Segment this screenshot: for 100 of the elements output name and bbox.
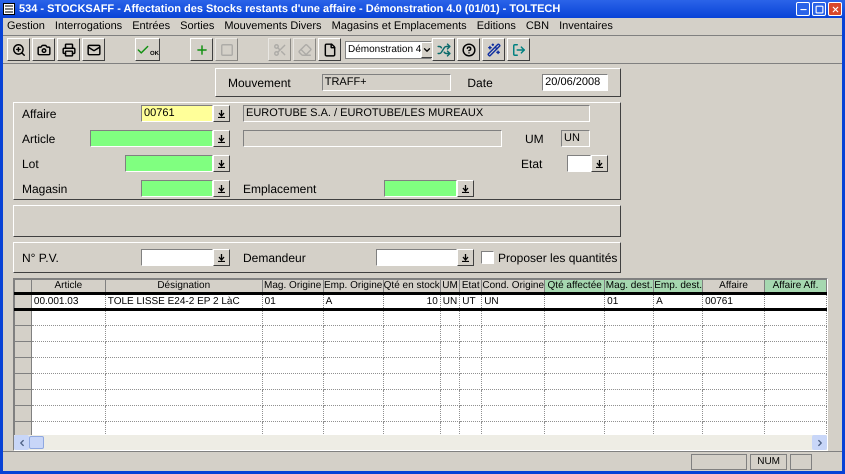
down-arrow-icon [462,254,469,262]
document-icon [322,42,336,56]
add-button[interactable] [190,38,213,61]
arrows-icon [436,42,450,56]
table-cell: UT [462,296,476,306]
input-field[interactable]: UN [561,130,590,147]
close-icon [830,4,840,14]
dropdown-button[interactable] [213,130,230,147]
mail-icon [86,42,100,56]
input-field[interactable] [141,180,213,197]
checkbox[interactable] [481,251,494,264]
dropdown-button[interactable] [213,105,230,122]
input-field[interactable] [125,155,213,172]
down-arrow-icon [218,254,225,262]
plus-icon [194,42,208,56]
input-field[interactable] [376,249,457,266]
column-header[interactable]: Désignation [105,280,262,294]
column-header[interactable]: Emp. Origine [323,280,384,294]
field-label: Proposer les quantités [498,250,618,266]
exit-icon [512,42,526,56]
table-cell: UN [442,296,458,306]
menu-item[interactable]: Interrogations [54,18,122,35]
field-label: UM [525,130,545,148]
table-cell: 00761 [705,296,733,306]
dropdown-button[interactable] [213,180,230,197]
exit-button[interactable] [507,38,530,61]
scroll-thumb[interactable] [29,436,44,449]
wand-icon [486,42,500,56]
field-label: Lot [22,156,39,172]
menu-item[interactable]: Inventaires [559,18,613,35]
maximize-button[interactable] [812,2,826,16]
input-field[interactable] [384,180,457,197]
dropdown-button[interactable] [591,155,608,172]
print-button[interactable] [57,38,80,61]
menu-item[interactable]: Gestion [7,18,45,35]
field-label: Affaire [22,106,56,122]
down-arrow-icon [218,134,225,142]
table-cell: 01 [607,296,618,306]
input-field[interactable]: 00761 [141,105,213,122]
close-button[interactable] [828,2,842,16]
camera-button[interactable] [32,38,55,61]
scissors-icon [272,42,286,56]
column-header[interactable]: Cond. Origine [482,280,545,294]
table-cell: 01 [264,296,276,306]
column-header[interactable]: Qté affectée [544,280,605,294]
status-pane: NUM [750,454,787,470]
horizontal-scrollbar[interactable] [14,435,827,450]
input-field[interactable]: EUROTUBE S.A. / EUROTUBE/LES MUREAUX [243,105,590,122]
table-cell: UN [484,296,499,306]
down-arrow-icon [218,160,225,168]
field-label: N° P.V. [22,250,59,266]
camera-icon [36,42,50,56]
printer-icon [62,42,76,56]
new-button[interactable] [318,38,341,61]
field-label: Magasin [22,180,68,198]
column-header[interactable]: Mag. Origine [262,280,324,294]
input-field[interactable] [90,130,213,147]
table-cell: A [656,296,663,306]
input-field[interactable] [567,155,591,172]
transfer-button[interactable] [432,38,455,61]
column-header[interactable]: Qté en stock [383,280,440,294]
search-icon [12,42,26,56]
input-field[interactable] [141,249,213,266]
dropdown-button[interactable] [213,155,230,172]
help-button[interactable] [457,38,480,61]
dropdown-button[interactable] [457,249,474,266]
menu-item[interactable]: Mouvements Divers [224,18,322,35]
column-header[interactable]: Mag. dest. [604,280,654,294]
menu-item[interactable]: Entrées [132,18,170,35]
table-row[interactable]: 00.001.03 TOLE LISSE E24-2 EP 2 LàC 01 A 10 UN UT UN 01 A 00761 [14,294,826,310]
column-header[interactable]: Affaire [702,280,764,294]
check-icon [136,42,150,56]
wand-button[interactable] [482,38,505,61]
down-arrow-icon [596,160,603,168]
field-label: Etat [521,156,544,172]
column-header[interactable]: Article [31,280,106,294]
column-header[interactable]: Affaire Aff. [764,280,826,294]
eraser-icon [298,42,312,56]
minimize-button[interactable] [796,2,810,16]
square-icon [220,42,234,56]
preview-button[interactable] [7,38,30,61]
input-field[interactable]: 20/06/2008 [542,74,608,91]
down-arrow-icon [218,110,225,118]
app-icon [3,3,15,15]
status-pane [691,454,748,470]
dropdown-button[interactable] [213,249,230,266]
table-cell: 10 [426,296,438,306]
field-label: Article [22,130,56,148]
column-header[interactable]: Emp. dest. [654,280,703,294]
company-select[interactable]: Démonstration 4 [345,40,431,58]
menu-item[interactable]: Magasins et Emplacements [332,18,467,35]
mail-button[interactable] [82,38,105,61]
menu-item[interactable]: Sorties [180,18,214,35]
menu-item[interactable]: CBN [526,18,550,35]
menu-item[interactable]: Editions [476,18,516,35]
dropdown-button[interactable] [457,180,474,197]
input-field[interactable]: TRAFF+ [322,74,452,91]
input-field[interactable] [243,130,502,147]
status-pane [790,454,812,470]
help-icon [462,42,476,56]
